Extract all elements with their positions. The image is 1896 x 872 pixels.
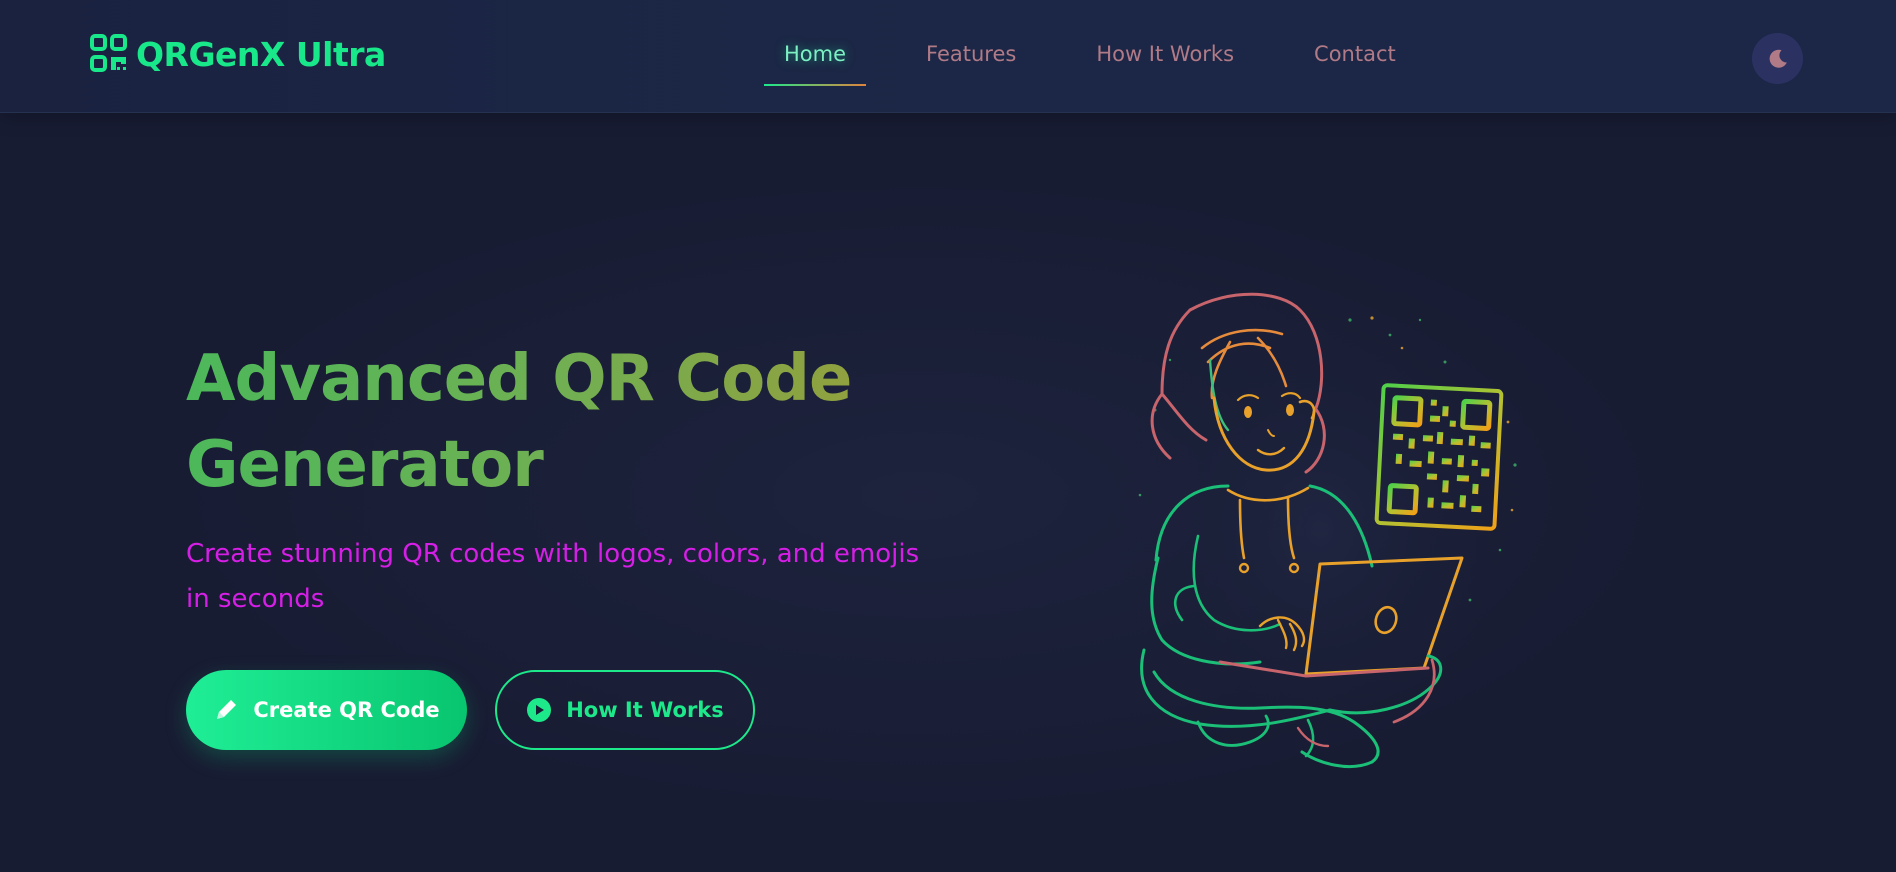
pencil-icon	[217, 700, 237, 719]
nav-contact[interactable]: Contact	[1294, 36, 1416, 86]
hero-subtitle: Create stunning QR codes with logos, col…	[186, 539, 920, 614]
hero-title: Advanced QR Code Generator	[186, 336, 986, 508]
nav-how-it-works[interactable]: How It Works	[1076, 36, 1254, 86]
how-it-works-label: How It Works	[566, 698, 724, 722]
play-circle-icon	[527, 698, 552, 722]
moon-icon	[1769, 49, 1787, 68]
create-qr-code-label: Create QR Code	[253, 698, 440, 722]
theme-toggle-button[interactable]	[1752, 33, 1803, 84]
girl-with-laptop-and-qr-code-illustration	[1110, 290, 1530, 770]
create-qr-code-button[interactable]: Create QR Code	[186, 670, 467, 750]
brand-name: QRGenX Ultra	[136, 34, 386, 74]
how-it-works-button[interactable]: How It Works	[495, 670, 755, 750]
nav-features[interactable]: Features	[906, 36, 1036, 86]
hero-background-glow	[40, 150, 1800, 870]
nav-home[interactable]: Home	[764, 36, 867, 86]
qrcode-icon	[90, 34, 127, 72]
navbar: QRGenX Ultra Home Features How It Works …	[0, 0, 1896, 113]
brand-logo-link[interactable]: QRGenX Ultra	[90, 34, 386, 74]
main-nav: Home Features How It Works Contact	[764, 36, 1456, 86]
